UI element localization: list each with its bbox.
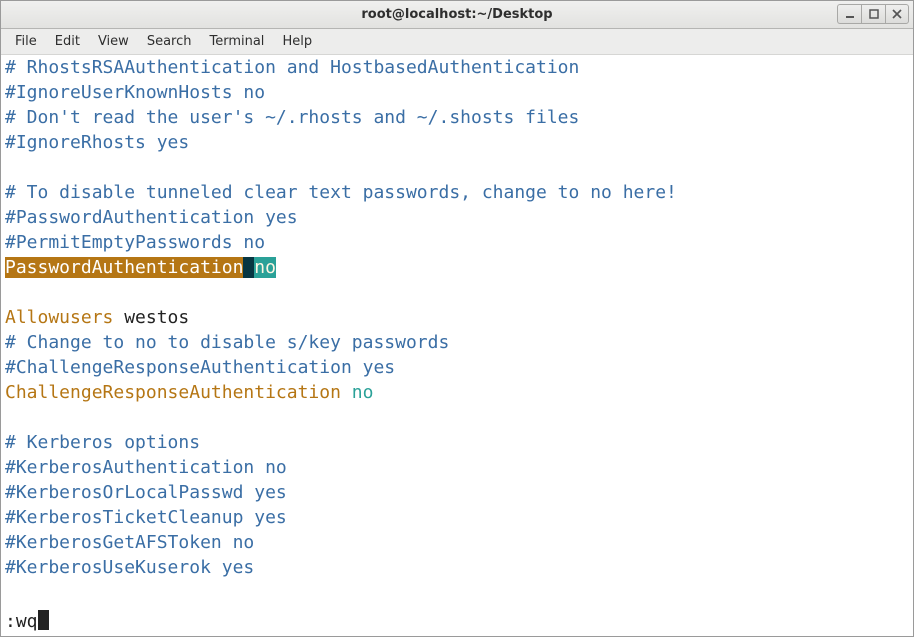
editor-line: #IgnoreRhosts yes [5, 130, 909, 155]
config-sep [243, 257, 254, 278]
editor-line: #KerberosGetAFSToken no [5, 530, 909, 555]
minimize-button[interactable] [837, 4, 861, 24]
config-key: PasswordAuthentication [5, 257, 243, 278]
cursor-icon [38, 610, 49, 630]
menu-help[interactable]: Help [274, 32, 320, 51]
editor-line: #IgnoreUserKnownHosts no [5, 80, 909, 105]
editor-line [5, 155, 909, 180]
editor-line: #KerberosUseKuserok yes [5, 555, 909, 580]
editor-line: # RhostsRSAAuthentication and HostbasedA… [5, 55, 909, 80]
editor-line: #KerberosAuthentication no [5, 455, 909, 480]
editor-line: #ChallengeResponseAuthentication yes [5, 355, 909, 380]
vim-command-line[interactable]: :wq [5, 609, 49, 634]
close-icon [892, 9, 902, 19]
config-value: no [254, 257, 276, 278]
terminal-window: root@localhost:~/Desktop File Edit View … [0, 0, 914, 637]
close-button[interactable] [885, 4, 909, 24]
config-value: no [352, 382, 374, 403]
vim-command-text: :wq [5, 611, 38, 632]
editor-line: #PermitEmptyPasswords no [5, 230, 909, 255]
editor-line [5, 280, 909, 305]
menu-terminal[interactable]: Terminal [201, 32, 272, 51]
config-value: westos [113, 307, 189, 328]
menu-edit[interactable]: Edit [47, 32, 88, 51]
menu-file[interactable]: File [7, 32, 45, 51]
editor-line: #KerberosOrLocalPasswd yes [5, 480, 909, 505]
window-title: root@localhost:~/Desktop [1, 7, 913, 22]
titlebar: root@localhost:~/Desktop [1, 1, 913, 29]
editor-line: ChallengeResponseAuthentication no [5, 380, 909, 405]
editor-line-highlighted: PasswordAuthentication no [5, 255, 909, 280]
menu-search[interactable]: Search [139, 32, 200, 51]
editor-line: Allowusers westos [5, 305, 909, 330]
editor-line: #KerberosTicketCleanup yes [5, 505, 909, 530]
editor-line: # Kerberos options [5, 430, 909, 455]
terminal-viewport[interactable]: # RhostsRSAAuthentication and HostbasedA… [1, 55, 913, 636]
editor-line: # Don't read the user's ~/.rhosts and ~/… [5, 105, 909, 130]
config-key: Allowusers [5, 307, 113, 328]
menubar: File Edit View Search Terminal Help [1, 29, 913, 55]
maximize-icon [869, 9, 879, 19]
editor-line [5, 405, 909, 430]
editor-line: # To disable tunneled clear text passwor… [5, 180, 909, 205]
window-controls [837, 4, 909, 24]
config-key: ChallengeResponseAuthentication [5, 382, 341, 403]
menu-view[interactable]: View [90, 32, 137, 51]
config-sep [341, 382, 352, 403]
maximize-button[interactable] [861, 4, 885, 24]
editor-line: #PasswordAuthentication yes [5, 205, 909, 230]
minimize-icon [845, 9, 855, 19]
editor-line: # Change to no to disable s/key password… [5, 330, 909, 355]
